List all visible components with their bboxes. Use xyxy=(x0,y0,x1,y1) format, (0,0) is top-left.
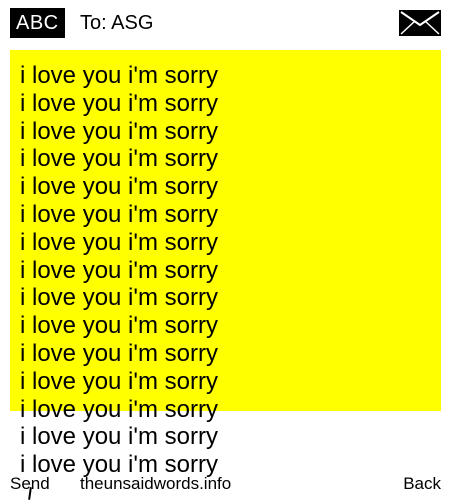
site-credit: theunsaidwords.info xyxy=(80,474,232,493)
send-softkey[interactable]: Send xyxy=(10,472,50,496)
envelope-icon xyxy=(399,10,441,36)
input-mode-badge[interactable]: ABC xyxy=(10,8,65,38)
message-line: i love you i'm sorry xyxy=(20,173,218,201)
message-line: i love you i'm sorry xyxy=(20,62,218,89)
phone-screen: ABC To: ASG i love you i'm sorry i love y… xyxy=(0,0,450,500)
softkey-bar: Send theunsaidwords.info Back xyxy=(0,472,450,500)
compose-header: ABC To: ASG xyxy=(0,0,450,44)
message-line: i love you i'm sorry xyxy=(20,423,218,451)
message-line: i love you i'm sorry xyxy=(20,117,218,145)
message-line: i love you i'm sorry xyxy=(20,339,218,367)
message-line: i love you i'm sorry xyxy=(20,200,218,228)
message-line: i love you i'm sorry xyxy=(20,145,218,173)
message-line: i love you i'm sorry xyxy=(20,89,218,117)
message-line: i love you i'm sorry xyxy=(20,367,218,395)
message-line: i love you i'm sorry xyxy=(20,256,218,284)
recipient-field[interactable]: To: ASG xyxy=(80,8,153,38)
message-line: i love you i'm sorry xyxy=(20,228,218,256)
back-softkey[interactable]: Back xyxy=(403,472,441,496)
message-line: i love you i'm sorry xyxy=(20,312,218,340)
message-line: i love you i'm sorry xyxy=(20,284,218,312)
message-line: i love you i'm sorry xyxy=(20,395,218,423)
message-body[interactable]: i love you i'm sorry i love you i'm sorry… xyxy=(20,62,440,479)
